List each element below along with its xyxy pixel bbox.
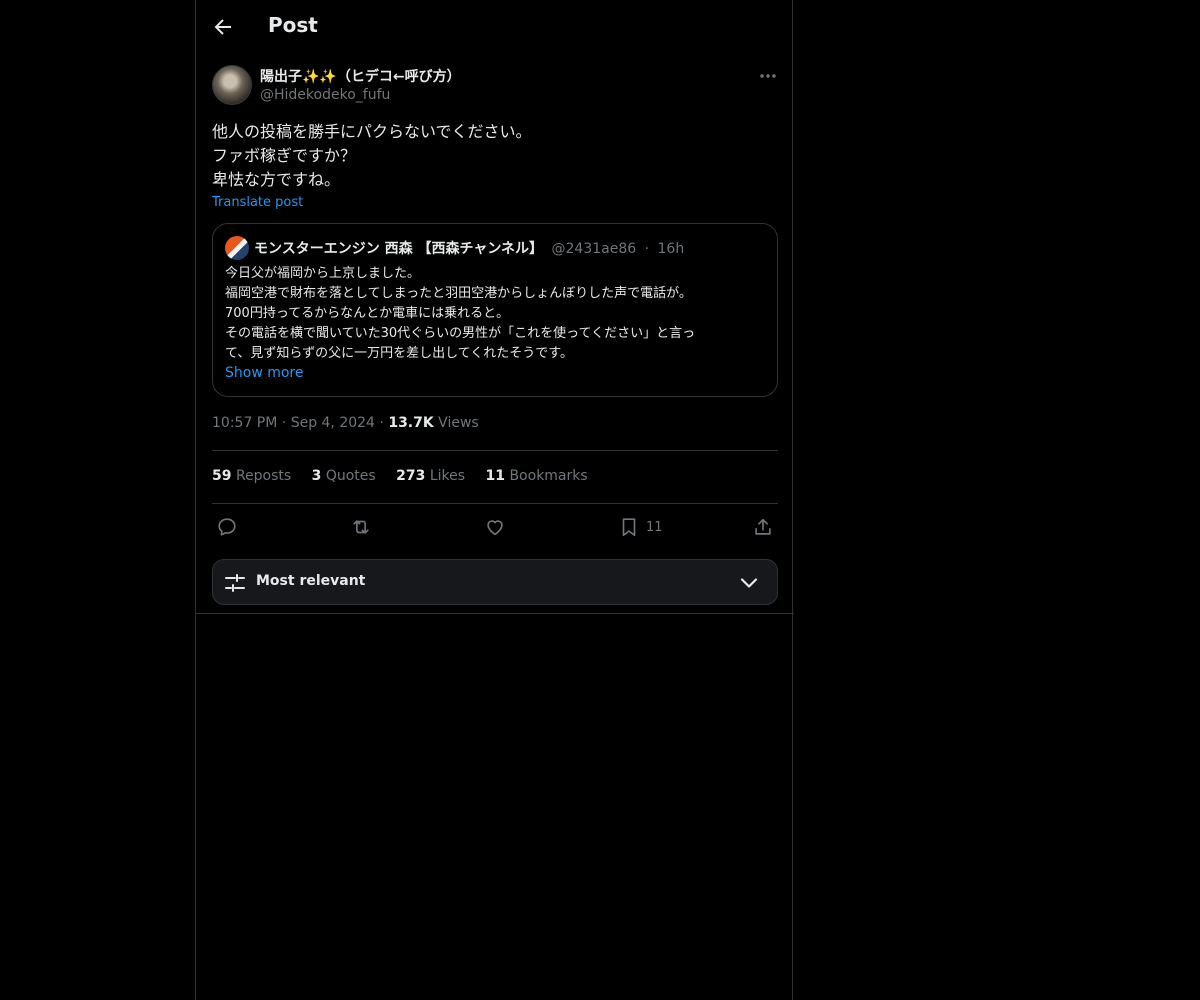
author-handle[interactable]: @Hidekodeko_fufu [260, 87, 390, 103]
bookmarks-count: 11 [485, 468, 505, 484]
post-meta: 10:57 PM · Sep 4, 2024 · 13.7K Views [212, 415, 479, 431]
quote-author-handle: @2431ae86 [551, 241, 637, 257]
quote-age: 16h [657, 241, 685, 257]
reposts-count: 59 [212, 468, 232, 484]
quote-text-line: 福岡空港で財布を落としてしまったと羽田空港からしょんぼりした声で電話が。 [225, 286, 692, 301]
quotes-label: Quotes [325, 468, 376, 484]
bookmark-icon [622, 518, 636, 537]
quote-text: 今日父が福岡から上京しました。 福岡空港で財布を落としてしまったと羽田空港からし… [225, 264, 770, 364]
engagement-stats: 59 Reposts 3 Quotes 273 Likes 11 Bookmar… [212, 468, 604, 484]
translate-post-link[interactable]: Translate post [212, 195, 303, 210]
post-text-line: 卑怯な方ですね。 [212, 170, 341, 189]
reply-icon [218, 518, 236, 536]
repost-icon [353, 520, 369, 534]
share-icon [755, 518, 771, 535]
quote-header: モンスターエンジン 西森 【西森チャンネル】 @2431ae86 · 16h [254, 238, 684, 258]
bookmark-button[interactable]: 11 [618, 516, 663, 538]
quote-text-line: 今日父が福岡から上京しました。 [225, 266, 421, 281]
sort-label: Most relevant [256, 573, 366, 589]
reposts-stat[interactable]: 59 Reposts [212, 468, 291, 484]
avatar[interactable] [212, 65, 252, 105]
reply-button[interactable] [216, 516, 238, 538]
post-date[interactable]: Sep 4, 2024 [291, 415, 375, 431]
likes-stat[interactable]: 273 Likes [396, 468, 465, 484]
views-count: 13.7K [388, 415, 434, 431]
post-text-line: ファボ稼ぎですか？ [212, 146, 357, 165]
header: Post [196, 0, 794, 54]
separator-dot: · [379, 415, 389, 431]
back-arrow-icon[interactable] [211, 15, 235, 39]
quote-avatar[interactable] [225, 236, 249, 260]
post-time[interactable]: 10:57 PM [212, 415, 277, 431]
divider [212, 450, 778, 451]
like-button[interactable] [484, 516, 506, 538]
reply-sort-dropdown[interactable]: Most relevant [212, 559, 778, 605]
quote-text-line: て、見ず知らずの父に一万円を差し出してくれたそうです。 [225, 346, 574, 361]
bookmark-count: 11 [646, 519, 663, 535]
page-title: Post [268, 13, 318, 37]
separator-dot: · [281, 415, 291, 431]
quotes-count: 3 [311, 468, 322, 484]
like-icon [487, 520, 503, 536]
author-name[interactable]: 陽出子✨✨（ヒデコ←呼び方） [260, 66, 461, 86]
quote-author-name: モンスターエンジン 西森 【西森チャンネル】 [254, 241, 544, 257]
post-text: 他人の投稿を勝手にパクらないでください。 ファボ稼ぎですか？ 卑怯な方ですね。 [212, 120, 772, 192]
divider [212, 503, 778, 504]
quotes-stat[interactable]: 3 Quotes [312, 468, 376, 484]
repost-button[interactable] [350, 516, 372, 538]
quote-text-line: その電話を横で聞いていた30代ぐらいの男性が「これを使ってください」と言っ [225, 326, 696, 341]
show-more-link[interactable]: Show more [225, 365, 304, 381]
chevron-down-icon [740, 578, 758, 588]
main-column: Post 陽出子✨✨（ヒデコ←呼び方） @Hidekodeko_fufu 他人の… [195, 0, 794, 1000]
reposts-label: Reposts [235, 468, 292, 484]
quoted-post-card[interactable]: モンスターエンジン 西森 【西森チャンネル】 @2431ae86 · 16h 今… [212, 223, 778, 397]
likes-label: Likes [429, 468, 466, 484]
divider [196, 613, 794, 614]
quote-text-line: 700円持ってるからなんとか電車には乗れると。 [225, 306, 510, 321]
bookmarks-stat[interactable]: 11 Bookmarks [486, 468, 588, 484]
bookmarks-label: Bookmarks [509, 468, 588, 484]
share-button[interactable] [752, 516, 774, 538]
views-label: Views [438, 415, 479, 431]
sliders-icon [225, 574, 245, 592]
more-icon[interactable] [758, 66, 778, 86]
likes-count: 273 [396, 468, 426, 484]
separator-dot: · [644, 241, 650, 257]
post-text-line: 他人の投稿を勝手にパクらないでください。 [212, 122, 532, 141]
